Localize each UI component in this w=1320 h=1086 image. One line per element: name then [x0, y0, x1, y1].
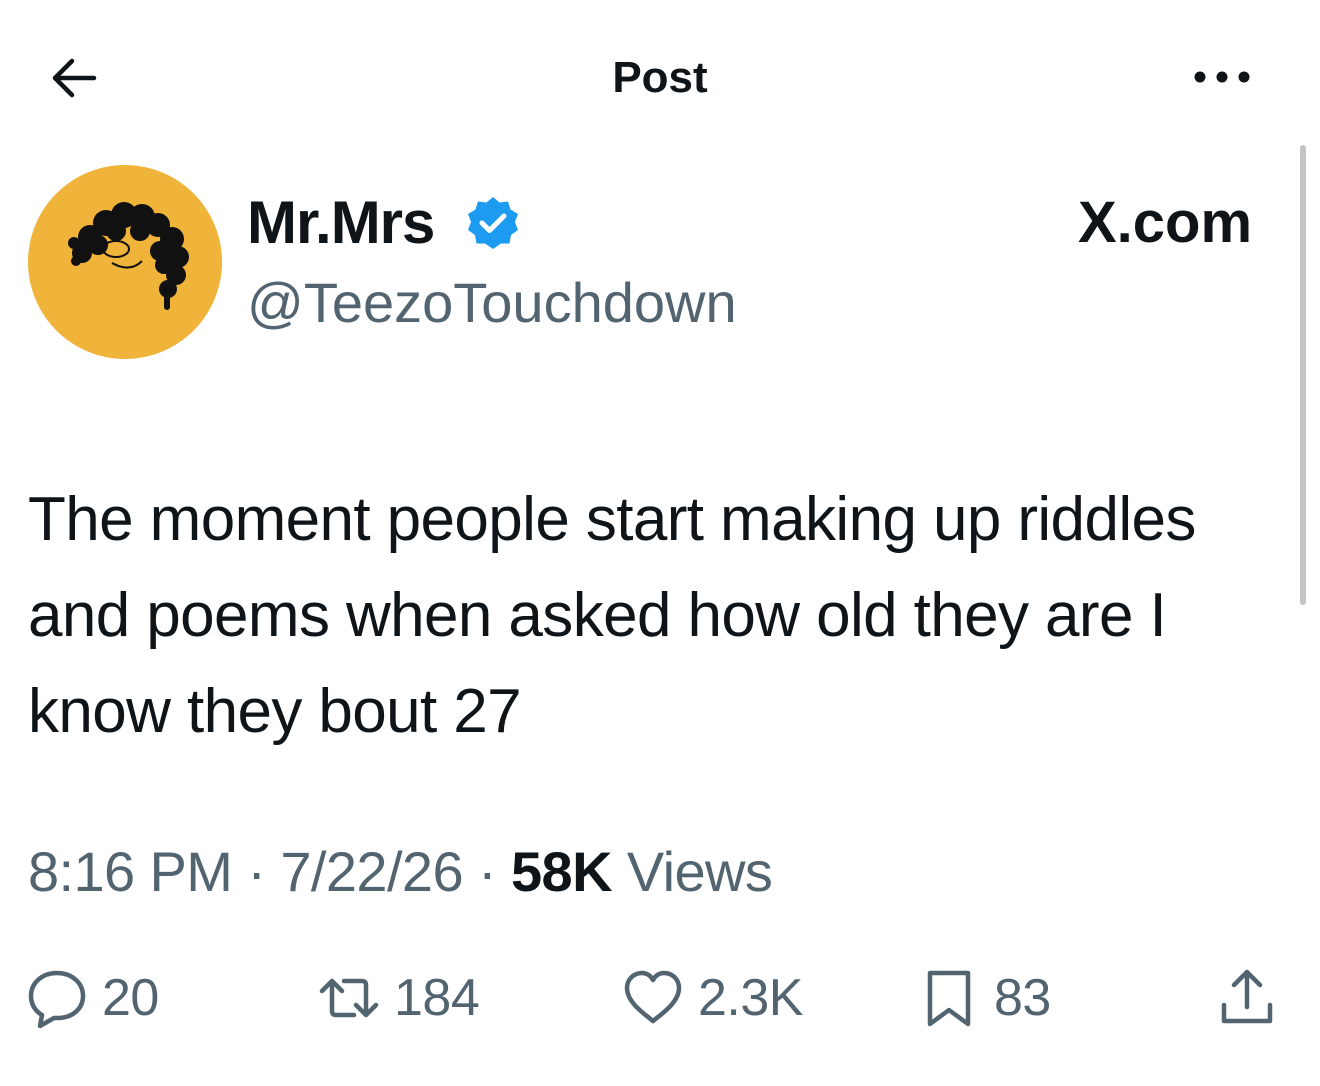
share-button[interactable]: [1216, 958, 1278, 1038]
more-options-button[interactable]: [1192, 62, 1252, 92]
like-button[interactable]: 2.3K: [622, 958, 803, 1038]
meta-separator: ·: [247, 840, 266, 903]
bookmark-count: 83: [994, 969, 1051, 1027]
repost-icon: [319, 978, 379, 1018]
tweet-meta: 8:16 PM · 7/22/26 · 58K Views: [28, 832, 773, 912]
like-count: 2.3K: [698, 969, 803, 1027]
reply-button[interactable]: 20: [26, 958, 159, 1038]
reply-count: 20: [102, 969, 159, 1027]
bookmark-button[interactable]: 83: [918, 958, 1051, 1038]
avatar-illustration: [68, 202, 189, 310]
repost-button[interactable]: 184: [318, 958, 480, 1038]
author-handle[interactable]: @TeezoTouchdown: [247, 268, 737, 338]
page-title: Post: [612, 53, 708, 102]
reply-icon: [28, 970, 86, 1029]
watermark: X.com: [1078, 190, 1253, 255]
meta-separator: ·: [477, 840, 497, 903]
tweet-date[interactable]: 7/22/26: [280, 840, 463, 903]
views-label: Views: [626, 840, 773, 903]
verified-badge-icon: [463, 194, 523, 254]
tweet-time[interactable]: 8:16 PM: [28, 840, 233, 903]
views-count: 58K: [511, 840, 613, 903]
author-display-name[interactable]: Mr.Mrs: [247, 188, 435, 258]
share-icon: [1221, 969, 1273, 1024]
scrollbar[interactable]: [1300, 145, 1306, 605]
more-horizontal-icon: [1194, 71, 1250, 83]
tweet-text: The moment people start making up riddle…: [28, 485, 1196, 746]
avatar[interactable]: [28, 165, 222, 359]
bookmark-icon: [927, 970, 971, 1027]
repost-count: 184: [394, 969, 480, 1027]
heart-icon: [624, 970, 682, 1024]
